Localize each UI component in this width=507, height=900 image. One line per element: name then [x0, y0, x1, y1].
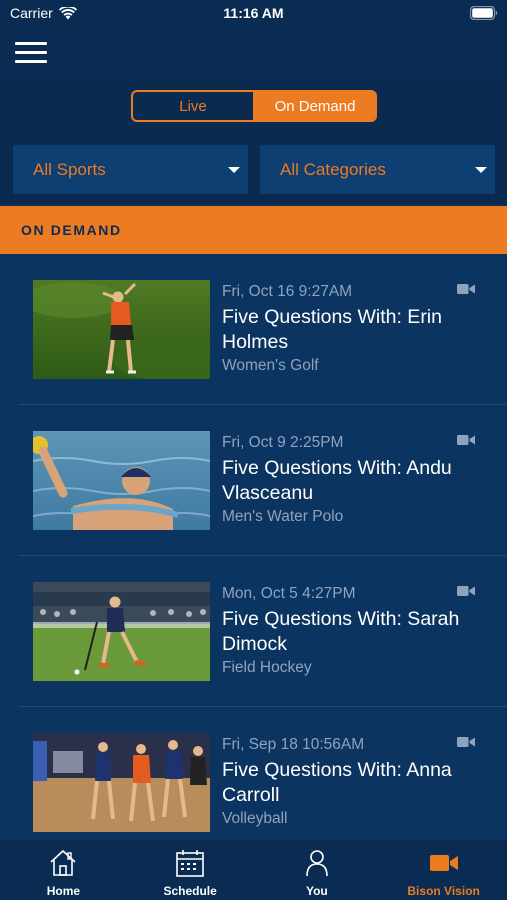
volleyball-photo: [33, 733, 210, 832]
tab-home[interactable]: Home: [0, 840, 127, 900]
golf-photo: [33, 280, 210, 379]
tab-label: You: [305, 884, 328, 898]
item-sport: Field Hockey: [222, 659, 312, 676]
item-date: Fri, Oct 16 9:27AM: [222, 283, 353, 300]
categories-filter-dropdown[interactable]: All Categories: [260, 145, 495, 194]
dropdown-caret-icon: [228, 167, 240, 173]
list-item[interactable]: Fri, Sep 18 10:56AM Five Questions With:…: [0, 707, 507, 840]
video-camera-icon: [457, 435, 475, 445]
home-icon: [50, 849, 76, 876]
filter-controls: Live On Demand All Sports All Categories: [0, 80, 507, 205]
battery-icon: [470, 6, 498, 20]
status-time: 11:16 AM: [223, 5, 284, 21]
section-header: ON DEMAND: [0, 206, 507, 254]
bottom-tab-bar: Home Schedule You Bison Vision: [0, 840, 507, 900]
segment-on-demand[interactable]: On Demand: [255, 92, 375, 120]
video-list: Fri, Oct 16 9:27AM Five Questions With: …: [0, 254, 507, 840]
tab-label: Schedule: [163, 884, 217, 898]
video-camera-icon: [457, 737, 475, 747]
video-camera-icon: [429, 855, 458, 871]
app-screen: Carrier 11:16 AM Live On Demand All Spor…: [0, 0, 507, 900]
item-date: Fri, Sep 18 10:56AM: [222, 736, 365, 753]
item-sport: Volleyball: [222, 810, 288, 827]
sports-filter-label: All Sports: [33, 159, 106, 179]
item-title: Five Questions With: Anna Carroll: [222, 759, 452, 806]
item-sport: Men's Water Polo: [222, 508, 344, 525]
item-title: Five Questions With: Sarah Dimock: [222, 608, 460, 655]
video-camera-icon: [457, 284, 475, 294]
segment-live[interactable]: Live: [133, 92, 255, 120]
live-ondemand-toggle: Live On Demand: [131, 90, 377, 122]
sports-filter-dropdown[interactable]: All Sports: [13, 145, 248, 194]
calendar-icon: [176, 850, 204, 877]
list-item[interactable]: Fri, Oct 16 9:27AM Five Questions With: …: [0, 254, 507, 405]
tab-label: Bison Vision: [407, 884, 480, 898]
section-title: ON DEMAND: [21, 222, 122, 238]
categories-filter-label: All Categories: [280, 159, 386, 179]
item-date: Mon, Oct 5 4:27PM: [222, 585, 356, 602]
list-item[interactable]: Mon, Oct 5 4:27PM Five Questions With: S…: [0, 556, 507, 707]
status-bar: Carrier 11:16 AM: [0, 0, 507, 28]
water-polo-photo: [33, 431, 210, 530]
person-icon: [306, 850, 328, 877]
tab-schedule[interactable]: Schedule: [127, 840, 254, 900]
item-date: Fri, Oct 9 2:25PM: [222, 434, 344, 451]
video-camera-icon: [457, 586, 475, 596]
hamburger-menu-icon[interactable]: [14, 42, 48, 66]
item-sport: Women's Golf: [222, 357, 319, 374]
list-item[interactable]: Fri, Oct 9 2:25PM Five Questions With: A…: [0, 405, 507, 556]
tab-label: Home: [46, 884, 81, 898]
item-title: Five Questions With: Erin Holmes: [222, 306, 442, 353]
top-nav-bar: [0, 28, 507, 80]
dropdown-caret-icon: [475, 167, 487, 173]
tab-you[interactable]: You: [254, 840, 381, 900]
field-hockey-photo: [33, 582, 210, 681]
tab-bison-vision[interactable]: Bison Vision: [380, 840, 507, 900]
item-title: Five Questions With: Andu Vlasceanu: [222, 457, 452, 504]
